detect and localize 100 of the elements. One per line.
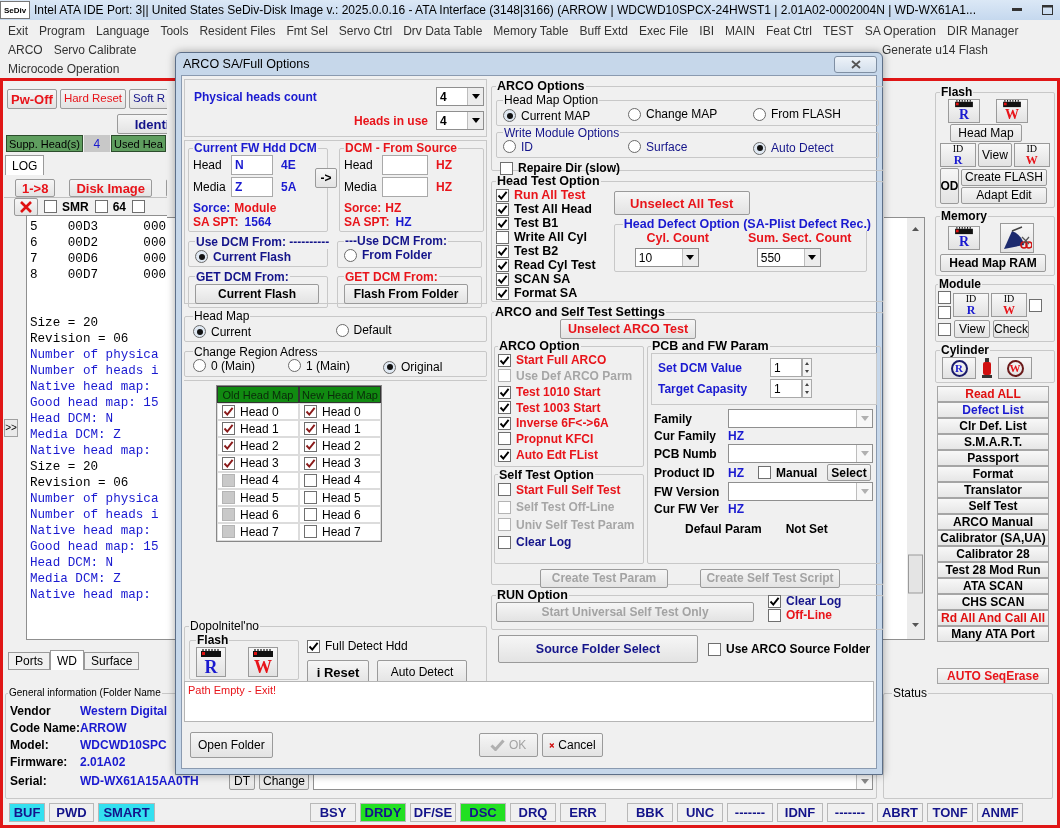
radio-button[interactable] bbox=[628, 107, 641, 121]
dropdown[interactable]: 4 bbox=[436, 111, 484, 130]
get-dcm-button[interactable]: Flash From Folder bbox=[344, 283, 468, 304]
command-button[interactable]: Passport bbox=[937, 450, 1049, 466]
checkbox[interactable]: Test 1010 Start bbox=[498, 385, 601, 399]
dropdown[interactable] bbox=[728, 444, 873, 463]
menu-item[interactable]: DIR Manager bbox=[947, 24, 1019, 39]
head-map-button[interactable]: Head Map bbox=[950, 124, 1022, 142]
menu-item[interactable]: Fmt Sel bbox=[286, 24, 328, 39]
view-button[interactable]: View bbox=[954, 320, 990, 338]
input-field[interactable]: 1 bbox=[770, 358, 802, 377]
menu-item[interactable]: IBI bbox=[699, 24, 714, 39]
command-button[interactable]: ARCO Manual bbox=[937, 514, 1049, 530]
unselect-all-button[interactable]: Unselect All Test bbox=[613, 191, 750, 215]
source-folder-button[interactable]: Source Folder Select bbox=[498, 635, 698, 663]
checkbox[interactable] bbox=[1029, 298, 1042, 312]
checkbox[interactable]: Write All Cyl bbox=[496, 230, 596, 244]
view-button[interactable]: View bbox=[978, 143, 1012, 167]
dropdown[interactable] bbox=[728, 482, 873, 501]
checkbox[interactable]: SMR bbox=[44, 199, 89, 214]
menu-item[interactable]: TEST bbox=[823, 24, 854, 39]
menu-item[interactable]: Tools bbox=[160, 24, 189, 39]
od-button[interactable]: OD bbox=[940, 168, 959, 204]
power-button[interactable]: Hard Reset bbox=[59, 89, 127, 109]
cylinder-write-button[interactable]: W bbox=[998, 357, 1032, 379]
select-button[interactable]: Select bbox=[827, 464, 871, 481]
input-field[interactable]: Z bbox=[231, 177, 273, 197]
checkbox[interactable]: Off-Line bbox=[768, 608, 842, 622]
radio-button[interactable] bbox=[753, 141, 766, 155]
radio-button[interactable] bbox=[628, 140, 641, 153]
menu-item[interactable]: Exit bbox=[8, 24, 28, 39]
check-button[interactable]: Check bbox=[993, 320, 1029, 338]
open-folder-button[interactable]: Open Folder bbox=[190, 732, 273, 758]
checkbox[interactable] bbox=[938, 306, 951, 319]
command-button[interactable]: CHS SCAN bbox=[937, 594, 1049, 610]
checkbox[interactable]: Repaire Dir (slow) bbox=[500, 161, 621, 175]
tab[interactable]: LOG bbox=[5, 155, 45, 175]
dropdown[interactable]: 10 bbox=[634, 248, 699, 267]
menu-item[interactable]: Buff Extd bbox=[579, 24, 628, 39]
flash-chip-button[interactable]: R bbox=[948, 99, 980, 123]
radio-button[interactable] bbox=[503, 140, 516, 153]
command-button[interactable]: Format bbox=[937, 466, 1049, 482]
checkbox[interactable]: Run All Test bbox=[496, 188, 596, 202]
checkbox[interactable]: Test 1003 Start bbox=[498, 400, 601, 415]
clear-button[interactable] bbox=[14, 197, 38, 216]
get-dcm-button[interactable]: Current Flash bbox=[195, 283, 319, 304]
flash-chip-button[interactable]: W bbox=[996, 99, 1028, 123]
checkbox[interactable]: 64 bbox=[94, 199, 127, 214]
vertical-scrollbar[interactable] bbox=[907, 218, 924, 639]
menu-item[interactable]: Memory Table bbox=[493, 24, 569, 39]
checkbox[interactable]: SCAN SA bbox=[496, 272, 596, 286]
menu-item[interactable]: Feat Ctrl bbox=[765, 24, 812, 39]
radio-button[interactable] bbox=[344, 248, 357, 262]
checkbox[interactable]: Test All Head bbox=[496, 202, 596, 216]
cylinder-read-button[interactable]: R bbox=[942, 357, 976, 379]
command-button[interactable]: Clr Def. List bbox=[937, 418, 1049, 434]
menu-item[interactable]: Servo Calibrate bbox=[53, 43, 137, 57]
checkbox[interactable]: Test B1 bbox=[496, 216, 596, 230]
command-button[interactable]: ATA SCAN bbox=[937, 578, 1049, 594]
reset-button[interactable]: i Reset bbox=[307, 660, 369, 684]
radio-button[interactable] bbox=[753, 107, 766, 121]
radio-button[interactable] bbox=[195, 250, 208, 264]
auto-detect-button[interactable]: Auto Detect bbox=[377, 660, 467, 684]
action-button[interactable]: Disk Image bbox=[69, 179, 153, 197]
radio-button[interactable] bbox=[288, 359, 301, 372]
command-button[interactable]: Self Test bbox=[937, 498, 1049, 514]
command-button[interactable]: Test 28 Mod Run bbox=[937, 562, 1049, 578]
action-button[interactable]: 1->8 bbox=[15, 179, 56, 197]
checkbox[interactable]: Full Detect Hdd bbox=[307, 639, 467, 653]
menu-item[interactable]: Language bbox=[96, 24, 150, 39]
dropdown[interactable]: 550 bbox=[756, 248, 821, 267]
copy-button[interactable]: -> bbox=[315, 168, 337, 188]
checkbox[interactable]: Start Full ARCO bbox=[498, 353, 607, 367]
command-button[interactable]: Many ATA Port bbox=[937, 626, 1049, 642]
command-button[interactable]: Calibrator 28 bbox=[937, 546, 1049, 562]
menu-item[interactable]: Generate u14 Flash bbox=[881, 43, 988, 57]
spinner-icon[interactable] bbox=[802, 379, 812, 398]
dropdown[interactable]: 4 bbox=[436, 87, 484, 106]
menu-item[interactable]: Drv Data Table bbox=[403, 24, 483, 39]
menu-item[interactable]: Microcode Operation bbox=[8, 61, 120, 76]
checkbox[interactable]: Clear Log bbox=[498, 535, 572, 549]
checkbox[interactable] bbox=[132, 200, 146, 213]
menu-item[interactable]: Program bbox=[39, 24, 86, 39]
flash-chip-button[interactable]: W bbox=[248, 647, 278, 677]
id-button[interactable]: ID W bbox=[991, 293, 1027, 317]
radio-button[interactable] bbox=[503, 109, 516, 123]
dish-scissors-button[interactable] bbox=[1000, 223, 1034, 253]
menu-item[interactable]: ARCO bbox=[8, 43, 43, 57]
flash-chip-button[interactable]: R bbox=[948, 226, 980, 250]
input-field[interactable]: N bbox=[231, 155, 273, 175]
command-button[interactable]: Calibrator (SA,UA) bbox=[937, 530, 1049, 546]
radio-button[interactable] bbox=[193, 359, 206, 372]
checkbox[interactable] bbox=[938, 322, 951, 336]
menu-item[interactable]: MAIN bbox=[724, 24, 755, 39]
close-button[interactable] bbox=[834, 55, 877, 73]
auto-seqerase-button[interactable]: AUTO SeqErase bbox=[937, 668, 1049, 684]
adapt-edit-button[interactable]: Adapt Edit bbox=[961, 186, 1048, 204]
id-button[interactable]: ID R bbox=[940, 143, 976, 167]
checkbox[interactable]: Inverse 6F<->6A bbox=[498, 416, 609, 430]
checkbox[interactable]: Start Full Self Test bbox=[498, 482, 621, 497]
